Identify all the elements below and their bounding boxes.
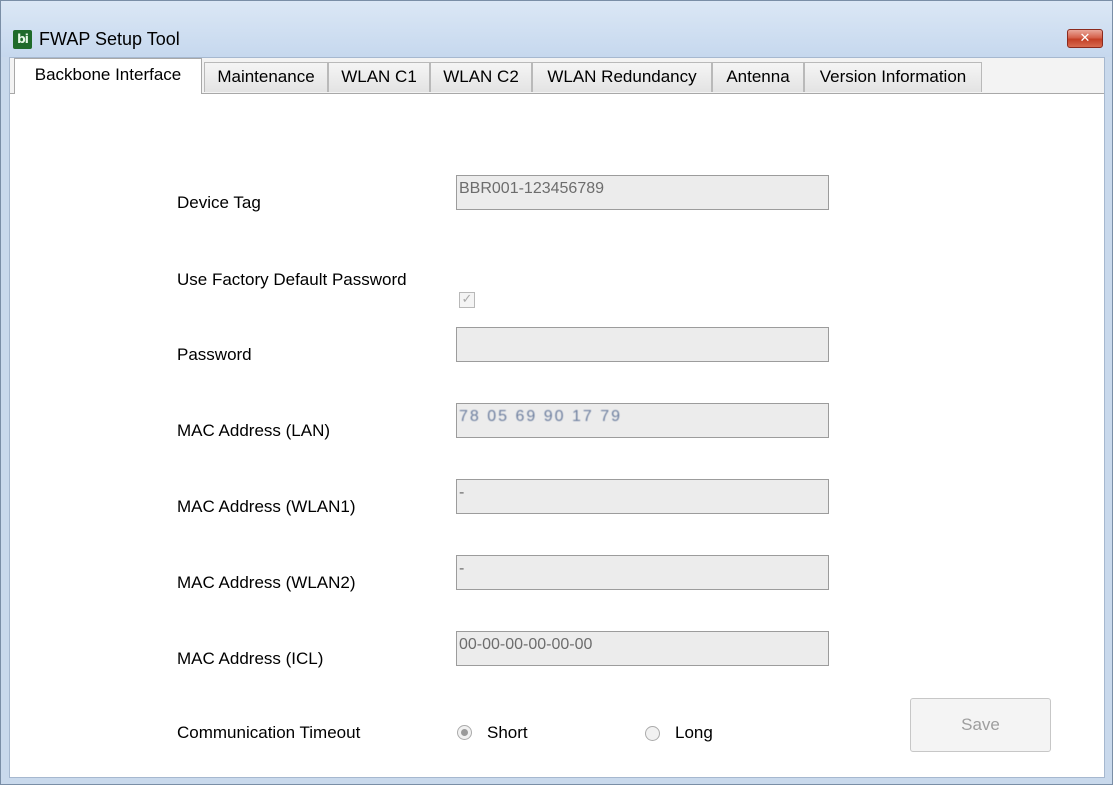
device-tag-field[interactable]: BBR001-123456789	[456, 175, 829, 210]
client-area: Backbone Interface Maintenance WLAN C1 W…	[9, 57, 1105, 778]
timeout-short-radio[interactable]	[457, 725, 472, 740]
app-window: bi FWAP Setup Tool ✕ Backbone Interface …	[0, 0, 1113, 785]
close-icon: ✕	[1079, 31, 1091, 46]
close-button[interactable]: ✕	[1067, 29, 1103, 48]
tab-wlan-c1[interactable]: WLAN C1	[328, 62, 430, 92]
mac-lan-value: 78 05 69 90 17 79	[459, 408, 623, 425]
tab-wlan-c2[interactable]: WLAN C2	[430, 62, 532, 92]
tab-maintenance[interactable]: Maintenance	[204, 62, 328, 92]
tab-backbone-interface[interactable]: Backbone Interface	[14, 58, 202, 94]
mac-wlan1-label: MAC Address (WLAN1)	[177, 497, 356, 516]
app-logo-icon: bi	[13, 30, 32, 49]
save-button[interactable]: Save	[910, 698, 1051, 752]
mac-icl-field[interactable]: 00-00-00-00-00-00	[456, 631, 829, 666]
factory-password-label: Use Factory Default Password	[177, 270, 407, 289]
timeout-long-radio[interactable]	[645, 726, 660, 741]
password-label: Password	[177, 345, 252, 364]
mac-icl-label: MAC Address (ICL)	[177, 649, 324, 668]
factory-password-checkbox[interactable]: ✓	[459, 292, 475, 308]
backbone-interface-panel: Device Tag BBR001-123456789 Use Factory …	[10, 93, 1104, 777]
title-bar[interactable]: bi FWAP Setup Tool ✕	[1, 1, 1112, 57]
mac-wlan2-label: MAC Address (WLAN2)	[177, 573, 356, 592]
tab-version-information[interactable]: Version Information	[804, 62, 982, 92]
communication-timeout-label: Communication Timeout	[177, 723, 361, 742]
tab-strip: Backbone Interface Maintenance WLAN C1 W…	[10, 58, 1104, 94]
password-field[interactable]	[456, 327, 829, 362]
tab-wlan-redundancy[interactable]: WLAN Redundancy	[532, 62, 712, 92]
mac-wlan1-field[interactable]: -	[456, 479, 829, 514]
tab-antenna[interactable]: Antenna	[712, 62, 804, 92]
checkmark-icon: ✓	[461, 292, 473, 307]
timeout-long-label[interactable]: Long	[675, 723, 713, 743]
device-tag-label: Device Tag	[177, 193, 261, 212]
mac-lan-label: MAC Address (LAN)	[177, 421, 331, 440]
window-title: FWAP Setup Tool	[39, 29, 180, 49]
mac-wlan2-field[interactable]: -	[456, 555, 829, 590]
mac-lan-field[interactable]: 78 05 69 90 17 79	[456, 403, 829, 438]
timeout-short-label[interactable]: Short	[487, 723, 528, 743]
